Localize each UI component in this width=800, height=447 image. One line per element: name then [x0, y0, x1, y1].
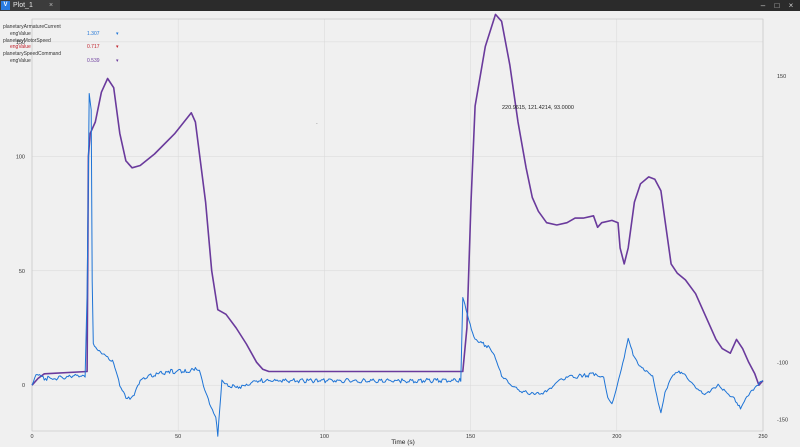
minimize-button[interactable]: – [758, 0, 768, 11]
legend-signal-name: planetaryArmatureCurrent [3, 24, 61, 30]
legend-signal-name: planetarySpeedCommand [3, 51, 62, 58]
maximize-button[interactable]: □ [772, 0, 782, 11]
cursor-readout: 220.9615, 121.4214, 93.0000 [502, 105, 574, 111]
y-tick-label-right: -100 [777, 360, 788, 366]
title-bar: V Plot_1 × – □ × [0, 0, 800, 11]
app-icon: V [1, 1, 10, 10]
legend: planetaryArmatureCurrent engValue 1.307 … [3, 24, 123, 65]
grid [31, 19, 764, 431]
x-tick-label: 200 [612, 434, 621, 440]
dropdown-icon[interactable]: ▾ [116, 31, 119, 38]
legend-field: engValue [10, 44, 31, 51]
legend-item[interactable]: planetaryArmatureCurrent [3, 24, 123, 31]
plot-frame [31, 18, 764, 432]
plot-area[interactable]: 0 50 100 150 200 250 0 50 100 150 -150 -100 150 Time… [0, 11, 800, 447]
legend-field: engValue [10, 57, 31, 64]
y-tick-label-left: 50 [19, 269, 25, 275]
x-tick-label: 0 [30, 434, 33, 440]
y-tick-label-right: 150 [777, 74, 786, 80]
x-tick-label: 250 [758, 434, 767, 440]
x-tick-label: 50 [175, 434, 181, 440]
x-tick-label: 100 [320, 434, 329, 440]
cursor-marker-icon: · [316, 121, 318, 127]
legend-item-detail: engValue 0.539 ▾ [3, 58, 123, 65]
y-tick-label-left: 0 [22, 383, 25, 389]
legend-value: 1.307 [87, 30, 100, 37]
y-tick-label-right: -150 [777, 418, 788, 424]
legend-item-detail: engValue 1.307 ▾ [3, 31, 123, 38]
legend-field: engValue [10, 30, 31, 37]
dropdown-icon[interactable]: ▾ [116, 44, 119, 51]
legend-item[interactable]: planetaryMotorSpeed [3, 38, 123, 45]
series-line-planetarySpeedCommand [31, 13, 764, 386]
legend-value: 0.717 [87, 44, 100, 51]
legend-item[interactable]: planetarySpeedCommand [3, 51, 123, 58]
legend-signal-name: planetaryMotorSpeed [3, 37, 51, 44]
tab-label: Plot_1 [13, 2, 33, 9]
legend-item-detail: engValue 0.717 ▾ [3, 44, 123, 51]
tab-plot-1[interactable]: V Plot_1 × [0, 0, 60, 11]
line-chart[interactable]: 0 50 100 150 200 250050100150-150-100150 Time… [0, 11, 800, 447]
x-tick-label: 150 [466, 434, 475, 440]
dropdown-icon[interactable]: ▾ [116, 58, 119, 65]
close-window-button[interactable]: × [786, 0, 796, 11]
series-line-planetaryArmatureCurrent [31, 93, 764, 437]
x-axis-title: Time (s) [391, 439, 415, 446]
y-tick-label-left: 100 [16, 154, 25, 160]
series-layer [31, 13, 764, 437]
legend-value: 0.539 [87, 57, 100, 64]
tab-close-icon[interactable]: × [49, 0, 53, 11]
